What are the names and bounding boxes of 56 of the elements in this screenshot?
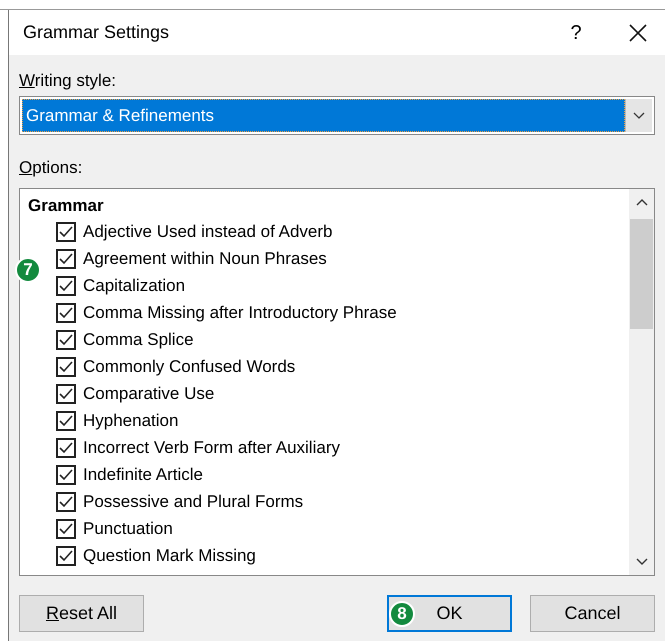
checkbox[interactable] xyxy=(56,410,76,430)
check-icon xyxy=(59,414,73,426)
option-label: Capitalization xyxy=(83,274,186,297)
option-label: Question Mark Missing xyxy=(83,544,256,567)
check-icon xyxy=(59,496,73,508)
checkbox[interactable] xyxy=(56,518,76,538)
step-badge: 8 xyxy=(389,601,415,627)
check-icon xyxy=(59,252,73,264)
checkbox[interactable] xyxy=(56,330,76,350)
checkbox[interactable] xyxy=(56,464,76,484)
dialog-button[interactable]: Cancel xyxy=(530,595,655,632)
scroll-thumb[interactable] xyxy=(630,219,653,329)
options-label: Options: xyxy=(19,159,82,176)
check-icon xyxy=(59,442,73,454)
option-label: Possessive and Plural Forms xyxy=(83,490,304,513)
option-label: Punctuation xyxy=(83,518,173,540)
checkbox[interactable] xyxy=(56,248,76,268)
option-label: Indefinite Article xyxy=(83,464,204,486)
help-button[interactable]: ? xyxy=(561,18,591,48)
option-label: Adjective Used instead of Adverb xyxy=(83,220,332,243)
chevron-down-icon xyxy=(633,112,645,119)
option-label: Hyphenation xyxy=(83,410,178,432)
scroll-down-icon[interactable] xyxy=(636,558,648,565)
scroll-up-icon[interactable] xyxy=(636,199,648,206)
check-icon xyxy=(59,306,73,318)
checkbox[interactable] xyxy=(56,546,76,566)
option-label: Commonly Confused Words xyxy=(83,356,296,378)
option-label: Comparative Use xyxy=(83,382,214,405)
checkbox[interactable] xyxy=(56,222,76,242)
check-icon xyxy=(59,550,73,562)
check-icon xyxy=(59,226,73,238)
check-icon xyxy=(59,334,73,346)
check-icon xyxy=(59,388,73,400)
checkbox[interactable] xyxy=(56,438,76,458)
check-icon xyxy=(59,522,73,534)
selected-value: Grammar & Refinements xyxy=(22,99,625,132)
option-label: Comma Missing after Introductory Phrase xyxy=(83,302,397,324)
writing-style-label: Writing style: xyxy=(19,72,117,89)
check-icon xyxy=(59,280,73,292)
dialog-button[interactable]: Reset All xyxy=(19,595,144,632)
checkbox[interactable] xyxy=(56,384,76,404)
group-heading: Grammar xyxy=(28,194,105,217)
writing-style-dropdown[interactable]: Grammar & Refinements xyxy=(19,96,655,135)
close-icon[interactable] xyxy=(629,24,647,42)
scrollbar[interactable] xyxy=(629,189,654,575)
dialog-button[interactable]: 8 OK xyxy=(387,595,512,632)
window-title: Grammar Settings xyxy=(23,21,170,44)
checkbox[interactable] xyxy=(56,492,76,512)
option-label: Agreement within Noun Phrases xyxy=(83,248,327,270)
check-icon xyxy=(59,360,73,372)
option-label: Comma Splice xyxy=(83,328,194,351)
checkbox[interactable] xyxy=(56,356,76,376)
option-label: Incorrect Verb Form after Auxiliary xyxy=(83,436,340,459)
check-icon xyxy=(59,468,73,480)
checkbox[interactable] xyxy=(56,276,76,296)
checkbox[interactable] xyxy=(56,302,76,322)
